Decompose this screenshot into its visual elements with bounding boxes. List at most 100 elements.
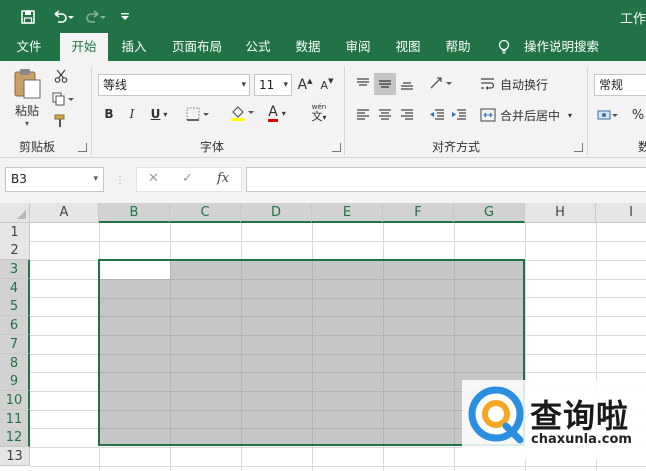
formula-bar-grip-icon: ⋮ bbox=[115, 174, 125, 186]
italic-button[interactable]: I bbox=[123, 104, 141, 124]
row-header-12[interactable]: 12 bbox=[0, 428, 30, 447]
formula-input[interactable] bbox=[246, 167, 646, 192]
decrease-font-button[interactable]: A ▼ bbox=[318, 75, 336, 95]
percent-button[interactable]: % bbox=[630, 105, 646, 125]
number-format-combo[interactable]: 常规 bbox=[594, 74, 646, 96]
font-color-button[interactable]: A ▾ bbox=[262, 102, 292, 124]
cell-divider bbox=[100, 335, 523, 336]
align-middle-icon[interactable] bbox=[374, 73, 396, 95]
number-group-label: 数 bbox=[638, 140, 646, 154]
font-color-letter: A bbox=[268, 103, 278, 122]
tab-home[interactable]: 开始 bbox=[60, 33, 108, 61]
tab-page-layout[interactable]: 页面布局 bbox=[166, 33, 228, 61]
column-header-e[interactable]: E bbox=[312, 203, 383, 223]
customize-qat-icon[interactable] bbox=[118, 6, 132, 28]
row-header-3[interactable]: 3 bbox=[0, 260, 30, 279]
tab-review[interactable]: 审阅 bbox=[338, 33, 378, 61]
row-header-11[interactable]: 11 bbox=[0, 410, 30, 429]
cell-divider bbox=[100, 298, 523, 299]
active-cell-b3[interactable] bbox=[100, 261, 170, 279]
copy-icon[interactable] bbox=[50, 90, 78, 108]
decrease-indent-icon[interactable] bbox=[428, 106, 446, 124]
wrap-text-button[interactable]: 自动换行 bbox=[480, 74, 552, 94]
row-header-13[interactable]: 13 bbox=[0, 447, 30, 466]
bold-button[interactable]: B bbox=[100, 104, 118, 124]
font-group-label: 字体 bbox=[200, 140, 225, 154]
selected-range[interactable] bbox=[98, 259, 525, 446]
column-header-g[interactable]: G bbox=[454, 203, 525, 223]
font-size-value: 11 bbox=[259, 78, 275, 92]
tab-view[interactable]: 视图 bbox=[388, 33, 428, 61]
column-header-d[interactable]: D bbox=[241, 203, 312, 223]
name-box-value: B3 bbox=[11, 172, 27, 186]
cell-divider bbox=[100, 372, 523, 373]
undo-icon[interactable] bbox=[50, 6, 76, 28]
row-header-6[interactable]: 6 bbox=[0, 316, 30, 335]
cell-divider bbox=[100, 391, 523, 392]
align-center-icon[interactable] bbox=[376, 106, 394, 124]
tell-me-search[interactable]: 操作说明搜索 bbox=[524, 33, 599, 61]
orientation-icon[interactable] bbox=[428, 73, 456, 93]
cut-icon[interactable] bbox=[52, 67, 70, 85]
font-name-value: 等线 bbox=[103, 78, 128, 92]
underline-button[interactable]: U ▾ bbox=[145, 104, 173, 124]
select-all-button[interactable] bbox=[0, 203, 30, 223]
enter-icon[interactable]: ✓ bbox=[182, 171, 193, 186]
increase-font-button[interactable]: A ▲ bbox=[296, 75, 314, 95]
align-top-icon[interactable] bbox=[354, 75, 372, 93]
row-header-1[interactable]: 1 bbox=[0, 223, 30, 242]
row-header-9[interactable]: 9 bbox=[0, 372, 30, 391]
row-header-2[interactable]: 2 bbox=[0, 241, 30, 260]
font-size-combo[interactable]: 11 ▾ bbox=[254, 74, 292, 96]
fill-color-icon[interactable] bbox=[228, 102, 258, 124]
name-box[interactable]: B3 ▾ bbox=[5, 167, 104, 192]
column-header-b[interactable]: B bbox=[99, 203, 170, 223]
insert-function-icon[interactable]: fx bbox=[217, 171, 229, 186]
gridline bbox=[30, 241, 646, 242]
font-launcher-icon[interactable] bbox=[332, 143, 341, 152]
column-header-c[interactable]: C bbox=[170, 203, 241, 223]
save-icon[interactable] bbox=[18, 6, 38, 28]
row-header-10[interactable]: 10 bbox=[0, 391, 30, 410]
tab-data[interactable]: 数据 bbox=[288, 33, 328, 61]
align-left-icon[interactable] bbox=[354, 106, 372, 124]
align-bottom-icon[interactable] bbox=[398, 75, 416, 93]
tab-file[interactable]: 文件 bbox=[8, 33, 50, 61]
increase-indent-icon[interactable] bbox=[450, 106, 468, 124]
row-header-4[interactable]: 4 bbox=[0, 279, 30, 298]
redo-icon[interactable] bbox=[83, 6, 109, 28]
accounting-format-icon[interactable] bbox=[596, 105, 620, 125]
select-all-triangle-icon bbox=[17, 210, 26, 219]
merge-center-label: 合并后居中 bbox=[500, 108, 561, 123]
phonetic-icon[interactable]: wén 文▾ bbox=[304, 101, 334, 125]
column-header-i[interactable]: I bbox=[596, 203, 646, 223]
tab-insert[interactable]: 插入 bbox=[114, 33, 154, 61]
cell-divider bbox=[100, 354, 523, 355]
tab-help[interactable]: 帮助 bbox=[438, 33, 478, 61]
clipboard-launcher-icon[interactable] bbox=[78, 143, 87, 152]
wrap-text-label: 自动换行 bbox=[500, 77, 549, 92]
alignment-launcher-icon[interactable] bbox=[574, 143, 583, 152]
tab-formulas[interactable]: 公式 bbox=[238, 33, 278, 61]
wrap-text-icon bbox=[481, 78, 495, 90]
chevron-down-icon: ▾ bbox=[93, 174, 98, 184]
cell-divider bbox=[100, 279, 523, 280]
title-bar: 工作 bbox=[0, 0, 646, 33]
ribbon-home: 粘贴 ▾ 剪贴板 等线 ▾ 11 ▾ A ▲ A ▼ B I U ▾ A ▾ wén 文… bbox=[0, 61, 646, 158]
column-header-h[interactable]: H bbox=[525, 203, 596, 223]
borders-icon[interactable] bbox=[184, 104, 214, 124]
column-header-f[interactable]: F bbox=[383, 203, 454, 223]
row-header-8[interactable]: 8 bbox=[0, 354, 30, 373]
number-format-value: 常规 bbox=[599, 78, 624, 92]
format-painter-icon[interactable] bbox=[52, 112, 70, 130]
row-header-7[interactable]: 7 bbox=[0, 335, 30, 354]
row-header-5[interactable]: 5 bbox=[0, 297, 30, 316]
font-name-combo[interactable]: 等线 ▾ bbox=[98, 74, 250, 96]
column-header-a[interactable]: A bbox=[30, 203, 99, 223]
group-separator bbox=[587, 67, 588, 155]
merge-center-button[interactable]: 合并后居中 ▾ bbox=[480, 105, 578, 125]
cancel-icon[interactable]: ✕ bbox=[148, 171, 159, 186]
align-right-icon[interactable] bbox=[398, 106, 416, 124]
paste-button[interactable]: 粘贴 ▾ bbox=[10, 67, 44, 129]
paste-label: 粘贴 bbox=[14, 104, 39, 118]
